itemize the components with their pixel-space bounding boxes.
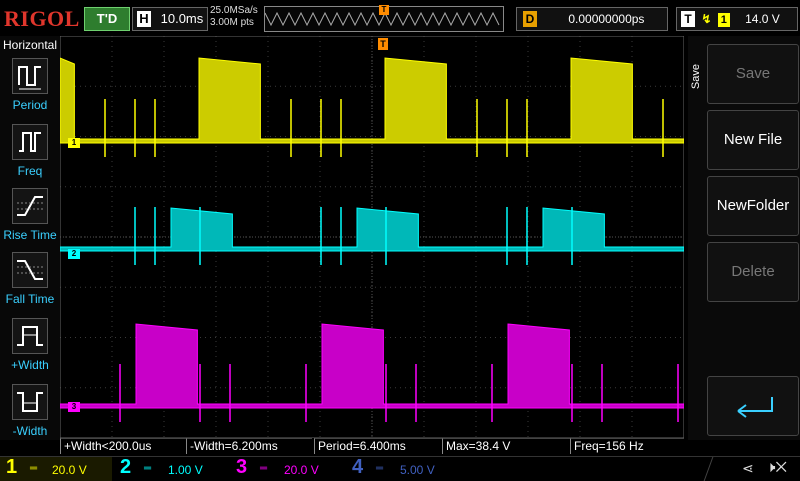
- measure-minus-width: -Width=6.200ms: [186, 438, 312, 454]
- ch1-number: 1: [6, 456, 18, 478]
- ch2-status[interactable]: 2 ═ 1.00 V: [116, 456, 228, 481]
- fall-time-icon: [12, 252, 48, 288]
- ch1-status[interactable]: 1 ═ 20.0 V: [0, 456, 112, 481]
- measure-max: Max=38.4 V: [442, 438, 570, 454]
- ch4-dc-coupling-icon: ═: [376, 463, 384, 474]
- ch3-scale: 20.0 V: [284, 463, 319, 477]
- sample-rate: 25.0MSa/s: [210, 5, 258, 16]
- freq-icon: [12, 124, 48, 160]
- ch2-offset-marker[interactable]: 2: [68, 249, 80, 259]
- ch2-number: 2: [120, 456, 132, 478]
- channel-bar: 1 ═ 20.0 V 2 ═ 1.00 V 3 ═ 20.0 V 4 ═ 5.0…: [0, 456, 800, 481]
- ch1-scale: 20.0 V: [52, 463, 87, 477]
- measure-plus-width: +Width<200.0us: [60, 438, 186, 454]
- new-file-button[interactable]: New File: [707, 110, 799, 170]
- period-label: Period: [12, 98, 48, 112]
- ch4-scale: 5.00 V: [400, 463, 435, 477]
- minus-width-icon: [12, 384, 48, 420]
- rise-time-label: Rise Time: [3, 228, 57, 242]
- waveform-grid: [59, 35, 685, 439]
- ch3-number: 3: [236, 456, 248, 478]
- ch3-status[interactable]: 3 ═ 20.0 V: [232, 456, 344, 481]
- save-menu: Save New File NewFolder Delete: [688, 36, 800, 440]
- measure-freq: Freq=156 Hz: [570, 438, 684, 454]
- menu-title-save: Save: [690, 64, 702, 90]
- trigger-source-badge: 1: [717, 13, 730, 27]
- enter-button[interactable]: [707, 376, 799, 436]
- trigger-level: 14.0 V: [745, 12, 780, 26]
- waveform-display[interactable]: T: [59, 35, 685, 439]
- period-icon: [12, 58, 48, 94]
- acquisition-info: 25.0MSa/s 3.00M pts: [210, 5, 258, 29]
- timebase-value: 10.0ms: [160, 11, 204, 26]
- timebase-box[interactable]: H 10.0ms: [132, 7, 208, 31]
- trigger-time-marker[interactable]: T: [378, 38, 388, 50]
- ch4-status[interactable]: 4 ═ 5.00 V: [348, 456, 460, 481]
- horizontal-label: H: [137, 11, 151, 27]
- top-status-bar: RIGOL T'D H 10.0ms 25.0MSa/s 3.00M pts T…: [0, 0, 800, 36]
- delay-label: D: [523, 11, 537, 27]
- measure-period: Period=6.400ms: [314, 438, 442, 454]
- trigger-label: T: [681, 11, 695, 27]
- trigger-box[interactable]: T ↯ 1 14.0 V: [676, 7, 798, 31]
- ch2-dc-coupling-icon: ═: [144, 463, 152, 474]
- rise-time-icon: [12, 188, 48, 224]
- plus-width-icon: [12, 318, 48, 354]
- plus-width-label: +Width: [11, 358, 49, 372]
- memory-depth: 3.00M pts: [210, 17, 254, 28]
- rigol-logo: RIGOL: [4, 6, 80, 31]
- ch1-dc-coupling-icon: ═: [30, 463, 38, 474]
- ch1-offset-marker[interactable]: 1: [68, 138, 80, 148]
- ch2-scale: 1.00 V: [168, 463, 203, 477]
- rising-edge-icon: ↯: [701, 12, 712, 26]
- minus-width-label: -Width: [12, 424, 48, 438]
- new-folder-button[interactable]: NewFolder: [707, 176, 799, 236]
- trigger-status-badge: T'D: [84, 7, 130, 31]
- fall-time-label: Fall Time: [5, 292, 55, 306]
- memory-overview-strip[interactable]: T: [264, 5, 504, 32]
- trigger-position-marker[interactable]: T: [379, 5, 389, 15]
- speaker-mute-icon[interactable]: 🕨✕: [766, 459, 787, 476]
- save-button[interactable]: Save: [707, 44, 799, 104]
- ch4-number: 4: [352, 456, 364, 478]
- delete-button[interactable]: Delete: [707, 242, 799, 302]
- delay-box[interactable]: D 0.00000000ps: [516, 7, 668, 31]
- measurement-bar: +Width<200.0us -Width=6.200ms Period=6.4…: [60, 438, 684, 454]
- ch3-dc-coupling-icon: ═: [260, 463, 268, 474]
- ch3-offset-marker[interactable]: 3: [68, 402, 80, 412]
- measure-category-title: Horizontal: [2, 38, 58, 52]
- usb-icon: ⋖: [742, 460, 754, 476]
- return-arrow-icon: [737, 397, 773, 418]
- channel-bar-divider: [703, 457, 734, 481]
- delay-value: 0.00000000ps: [568, 12, 645, 26]
- freq-label: Freq: [17, 164, 43, 178]
